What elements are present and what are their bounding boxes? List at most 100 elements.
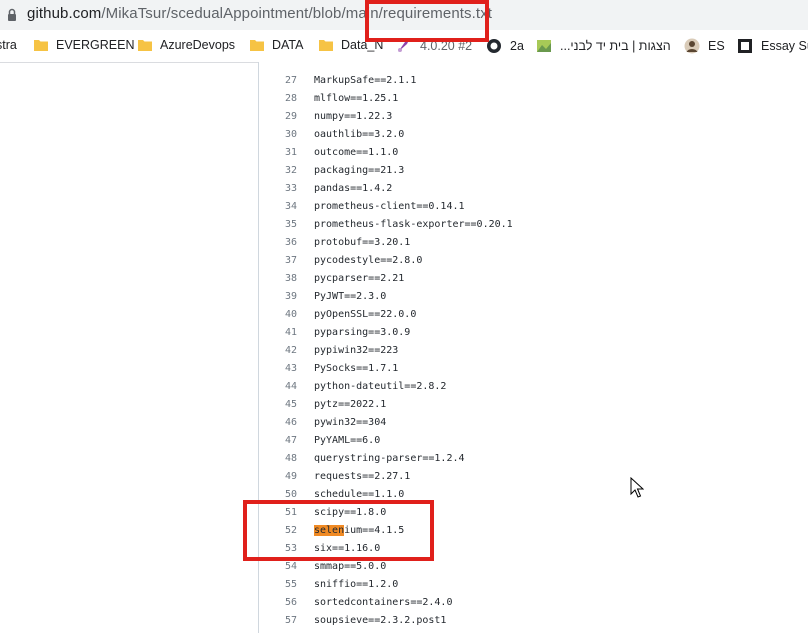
code-line: 47 PyYAML==6.0: [259, 432, 808, 450]
lock-icon[interactable]: [7, 8, 17, 22]
bookmark-data[interactable]: DATA: [250, 38, 303, 52]
line-number[interactable]: 43: [259, 360, 297, 378]
line-number[interactable]: 45: [259, 396, 297, 414]
code-line: 45 pytz==2022.1: [259, 396, 808, 414]
bookmark-label: 2a: [510, 39, 524, 53]
code-text: prometheus-client==0.14.1: [314, 201, 465, 212]
bookmark-label: EVERGREEN: [56, 38, 135, 52]
code-line: 28 mlflow==1.25.1: [259, 90, 808, 108]
folder-icon: [34, 40, 48, 51]
line-number[interactable]: 27: [259, 72, 297, 90]
code-line: 36 protobuf==3.20.1: [259, 234, 808, 252]
code-text: pypiwin32==223: [314, 345, 399, 356]
line-number[interactable]: 56: [259, 594, 297, 612]
site-icon: [537, 40, 551, 52]
code-text: pyOpenSSL==22.0.0: [314, 309, 417, 320]
code-line: 49 requests==2.27.1: [259, 468, 808, 486]
line-number[interactable]: 28: [259, 90, 297, 108]
code-line: 48 querystring-parser==1.2.4: [259, 450, 808, 468]
code-text: mlflow==1.25.1: [314, 93, 399, 104]
folder-icon: [319, 40, 333, 51]
code-text: MarkupSafe==2.1.1: [314, 75, 417, 86]
bookmark-label: DATA: [272, 38, 304, 52]
code-text: pycparser==2.21: [314, 273, 405, 284]
bookmark-label: הצגות | בית יד לבני...: [560, 39, 671, 53]
code-line: 29 numpy==1.22.3: [259, 108, 808, 126]
code-text: protobuf==3.20.1: [314, 237, 411, 248]
code-line: 44 python-dateutil==2.8.2: [259, 378, 808, 396]
line-number[interactable]: 35: [259, 216, 297, 234]
code-line: 43 PySocks==1.7.1: [259, 360, 808, 378]
code-text: oauthlib==3.2.0: [314, 129, 405, 140]
line-number[interactable]: 42: [259, 342, 297, 360]
code-line: 34 prometheus-client==0.14.1: [259, 198, 808, 216]
bookmark-label: ES: [708, 39, 725, 53]
bookmark-stra[interactable]: stra: [0, 38, 17, 52]
avatar-icon: [684, 38, 700, 54]
line-number[interactable]: 47: [259, 432, 297, 450]
code-text: pywin32==304: [314, 417, 387, 428]
line-number[interactable]: 31: [259, 144, 297, 162]
line-number[interactable]: 34: [259, 198, 297, 216]
code-line: 57 soupsieve==2.3.2.post1: [259, 612, 808, 630]
line-number[interactable]: 32: [259, 162, 297, 180]
code-line: 33 pandas==1.4.2: [259, 180, 808, 198]
line-number[interactable]: 55: [259, 576, 297, 594]
code-text: pytz==2022.1: [314, 399, 387, 410]
bookmark-evergreen[interactable]: EVERGREEN: [34, 38, 135, 52]
folder-icon: [138, 40, 152, 51]
code-text: PyYAML==6.0: [314, 435, 381, 446]
code-line: 38 pycparser==2.21: [259, 270, 808, 288]
code-text: PySocks==1.7.1: [314, 363, 399, 374]
bookmark-es[interactable]: ES: [684, 38, 725, 54]
square-icon: [738, 39, 752, 53]
code-line: 46 pywin32==304: [259, 414, 808, 432]
bookmark-label: stra: [0, 38, 17, 52]
line-number[interactable]: 46: [259, 414, 297, 432]
code-line: 31 outcome==1.1.0: [259, 144, 808, 162]
line-number[interactable]: 57: [259, 612, 297, 630]
code-text: outcome==1.1.0: [314, 147, 399, 158]
folder-icon: [250, 40, 264, 51]
code-text: requests==2.27.1: [314, 471, 411, 482]
code-text: packaging==21.3: [314, 165, 405, 176]
line-number[interactable]: 41: [259, 324, 297, 342]
code-line: 32 packaging==21.3: [259, 162, 808, 180]
bookmark-site[interactable]: הצגות | בית יד לבני...: [536, 38, 671, 54]
code-line: 39 PyJWT==2.3.0: [259, 288, 808, 306]
code-line: 42 pypiwin32==223: [259, 342, 808, 360]
code-text: querystring-parser==1.2.4: [314, 453, 465, 464]
mouse-cursor-icon: [630, 477, 644, 498]
code-text: pandas==1.4.2: [314, 183, 393, 194]
line-number[interactable]: 37: [259, 252, 297, 270]
line-number[interactable]: 33: [259, 180, 297, 198]
line-number[interactable]: 44: [259, 378, 297, 396]
code-line: 37 pycodestyle==2.8.0: [259, 252, 808, 270]
code-line: 35 prometheus-flask-exporter==0.20.1: [259, 216, 808, 234]
line-number[interactable]: 49: [259, 468, 297, 486]
code-text: PyJWT==2.3.0: [314, 291, 387, 302]
line-number[interactable]: 48: [259, 450, 297, 468]
code-text: pyparsing==3.0.9: [314, 327, 411, 338]
bookmark-essay-sub[interactable]: Essay Sub: [737, 38, 808, 54]
line-number[interactable]: 40: [259, 306, 297, 324]
bookmark-azuredevops[interactable]: AzureDevops: [138, 38, 235, 52]
line-number[interactable]: 30: [259, 126, 297, 144]
annotation-box-filename: [365, 0, 489, 42]
bookmark-2a[interactable]: 2a: [486, 38, 524, 54]
line-number[interactable]: 29: [259, 108, 297, 126]
code-line: 40 pyOpenSSL==22.0.0: [259, 306, 808, 324]
code-text: prometheus-flask-exporter==0.20.1: [314, 219, 513, 230]
line-number[interactable]: 38: [259, 270, 297, 288]
code-line: 41 pyparsing==3.0.9: [259, 324, 808, 342]
annotation-box-lines: [243, 500, 434, 561]
line-number[interactable]: 39: [259, 288, 297, 306]
code-text: python-dateutil==2.8.2: [314, 381, 447, 392]
bookmark-label: AzureDevops: [160, 38, 236, 52]
line-number[interactable]: 36: [259, 234, 297, 252]
code-line: 30 oauthlib==3.2.0: [259, 126, 808, 144]
url-host: github.com: [27, 5, 102, 22]
code-line: 27 MarkupSafe==2.1.1: [259, 72, 808, 90]
code-text: pycodestyle==2.8.0: [314, 255, 423, 266]
code-text: numpy==1.22.3: [314, 111, 393, 122]
